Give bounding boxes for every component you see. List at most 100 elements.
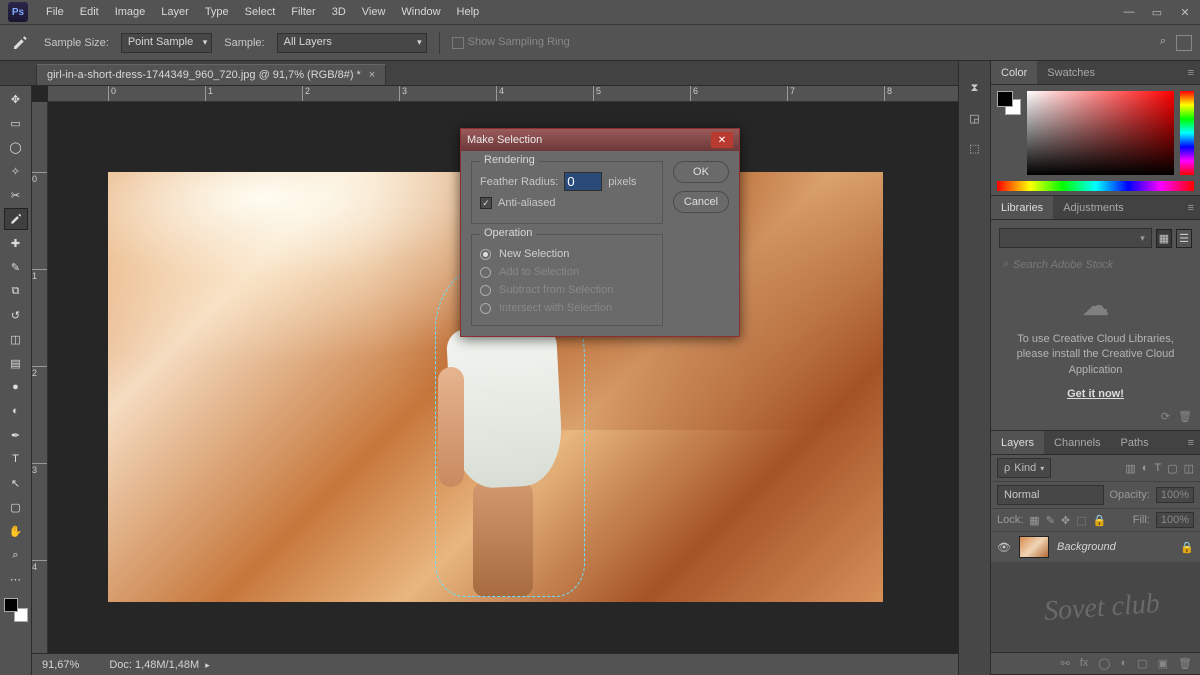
fill-value[interactable]: 100% <box>1156 512 1194 528</box>
panel-menu-icon[interactable]: ≡ <box>1182 437 1200 449</box>
filter-smart-icon[interactable]: ◫ <box>1184 462 1194 475</box>
eyedropper-tool[interactable] <box>4 208 28 230</box>
menu-layer[interactable]: Layer <box>153 6 197 18</box>
link-layers-icon[interactable]: ⚯ <box>1060 657 1069 670</box>
dodge-tool[interactable]: ◐ <box>4 400 28 422</box>
stamp-tool[interactable]: ⧉ <box>4 280 28 302</box>
panel-menu-icon[interactable]: ≡ <box>1182 67 1200 79</box>
color-fg-bg[interactable] <box>997 91 1021 175</box>
layer-filter-kind[interactable]: ρKind▾ <box>997 458 1051 478</box>
dialog-close-icon[interactable]: ✕ <box>711 132 733 148</box>
shape-tool[interactable]: ▢ <box>4 496 28 518</box>
close-icon[interactable]: ✕ <box>1178 6 1192 19</box>
layer-row[interactable]: 👁 Background 🔒 <box>991 532 1200 562</box>
magic-wand-tool[interactable]: ✧ <box>4 160 28 182</box>
history-brush-tool[interactable]: ↺ <box>4 304 28 326</box>
lasso-tool[interactable]: ◯ <box>4 136 28 158</box>
hand-tool[interactable]: ✋ <box>4 520 28 542</box>
pen-tool[interactable]: ✒ <box>4 424 28 446</box>
doc-info[interactable]: Doc: 1,48M/1,48M▸ <box>109 659 209 671</box>
eyedropper-icon[interactable] <box>8 31 32 55</box>
group-icon[interactable]: ▢ <box>1137 657 1147 670</box>
lock-pixels-icon[interactable]: ▦ <box>1029 514 1039 527</box>
sync-icon[interactable]: ⟳ <box>1161 410 1170 423</box>
grid-view-icon[interactable]: ▦ <box>1156 229 1172 248</box>
zoom-level[interactable]: 91,67% <box>42 659 79 671</box>
library-select[interactable]: ▾ <box>999 228 1152 248</box>
filter-pixel-icon[interactable]: ▥ <box>1125 462 1135 475</box>
tab-libraries[interactable]: Libraries <box>991 196 1053 219</box>
panel-menu-icon[interactable]: ≡ <box>1182 202 1200 214</box>
type-tool[interactable]: T <box>4 448 28 470</box>
sample-size-select[interactable]: Point Sample▾ <box>121 33 212 53</box>
tab-adjustments[interactable]: Adjustments <box>1053 196 1134 219</box>
tab-paths[interactable]: Paths <box>1111 431 1159 454</box>
menu-3d[interactable]: 3D <box>324 6 354 18</box>
lock-position-icon[interactable]: ✎ <box>1046 514 1055 527</box>
cancel-button[interactable]: Cancel <box>673 191 729 213</box>
opacity-value[interactable]: 100% <box>1156 487 1194 503</box>
marquee-tool[interactable]: ▭ <box>4 112 28 134</box>
minimize-icon[interactable]: — <box>1122 6 1136 19</box>
search-icon[interactable]: ⌕ <box>1160 35 1166 51</box>
mask-icon[interactable]: ◯ <box>1098 657 1110 670</box>
menu-view[interactable]: View <box>354 6 394 18</box>
ok-button[interactable]: OK <box>673 161 729 183</box>
menu-help[interactable]: Help <box>449 6 488 18</box>
visibility-icon[interactable]: 👁 <box>997 541 1011 554</box>
lock-all-icon[interactable]: 🔒 <box>1093 514 1107 527</box>
history-icon[interactable]: ⧗ <box>966 79 984 97</box>
crop-tool[interactable]: ✂ <box>4 184 28 206</box>
new-layer-icon[interactable]: ▣ <box>1158 657 1168 670</box>
menu-window[interactable]: Window <box>393 6 448 18</box>
op-new-selection[interactable]: New Selection <box>480 245 654 263</box>
hue-slider[interactable] <box>1180 91 1194 175</box>
get-it-now-link[interactable]: Get it now! <box>1067 388 1124 400</box>
trash-icon[interactable]: 🗑 <box>1178 657 1192 670</box>
color-swatches[interactable] <box>4 598 28 622</box>
menu-edit[interactable]: Edit <box>72 6 107 18</box>
tab-swatches[interactable]: Swatches <box>1037 61 1105 84</box>
color-field[interactable] <box>1027 91 1174 175</box>
layer-name[interactable]: Background <box>1057 541 1116 553</box>
lock-nesting-icon[interactable]: ⬚ <box>1076 514 1086 527</box>
menu-filter[interactable]: Filter <box>283 6 323 18</box>
lock-artboard-icon[interactable]: ✥ <box>1061 514 1070 527</box>
stock-search[interactable]: ⌕ Search Adobe Stock <box>999 258 1192 271</box>
brush-tool[interactable]: ✎ <box>4 256 28 278</box>
trash-icon[interactable]: 🗑 <box>1178 410 1192 423</box>
menu-file[interactable]: File <box>38 6 72 18</box>
blur-tool[interactable]: ● <box>4 376 28 398</box>
show-sampling-ring[interactable]: Show Sampling Ring <box>452 36 570 48</box>
sample-select[interactable]: All Layers▾ <box>277 33 427 53</box>
filter-shape-icon[interactable]: ▢ <box>1167 462 1177 475</box>
zoom-tool[interactable]: ⌕ <box>4 544 28 566</box>
move-tool[interactable]: ✥ <box>4 88 28 110</box>
properties-icon[interactable]: ◲ <box>966 109 984 127</box>
workspace-icon[interactable] <box>1176 35 1192 51</box>
restore-icon[interactable]: ▭ <box>1150 6 1164 19</box>
hue-strip[interactable] <box>997 181 1194 191</box>
filter-adjust-icon[interactable]: ◐ <box>1142 462 1149 475</box>
adjustment-icon[interactable]: ◐ <box>1121 657 1128 670</box>
3d-icon[interactable]: ⬚ <box>966 139 984 157</box>
path-tool[interactable]: ↖ <box>4 472 28 494</box>
feather-radius-input[interactable] <box>564 172 602 191</box>
menu-image[interactable]: Image <box>107 6 154 18</box>
eraser-tool[interactable]: ◫ <box>4 328 28 350</box>
gradient-tool[interactable]: ▤ <box>4 352 28 374</box>
list-view-icon[interactable]: ☰ <box>1176 229 1192 248</box>
edit-toolbar[interactable]: ⋯ <box>4 568 28 590</box>
document-tab[interactable]: girl-in-a-short-dress-1744349_960_720.jp… <box>36 64 386 85</box>
dialog-titlebar[interactable]: Make Selection ✕ <box>461 129 739 151</box>
fx-icon[interactable]: fx <box>1080 657 1089 670</box>
menu-select[interactable]: Select <box>237 6 284 18</box>
ruler-vertical[interactable]: 0 1 2 3 4 <box>32 102 48 653</box>
blend-mode-select[interactable]: Normal <box>997 485 1104 505</box>
close-tab-icon[interactable]: × <box>369 69 375 81</box>
healing-tool[interactable]: ✚ <box>4 232 28 254</box>
menu-type[interactable]: Type <box>197 6 237 18</box>
tab-color[interactable]: Color <box>991 61 1037 84</box>
tab-layers[interactable]: Layers <box>991 431 1044 454</box>
filter-type-icon[interactable]: T <box>1154 462 1161 475</box>
